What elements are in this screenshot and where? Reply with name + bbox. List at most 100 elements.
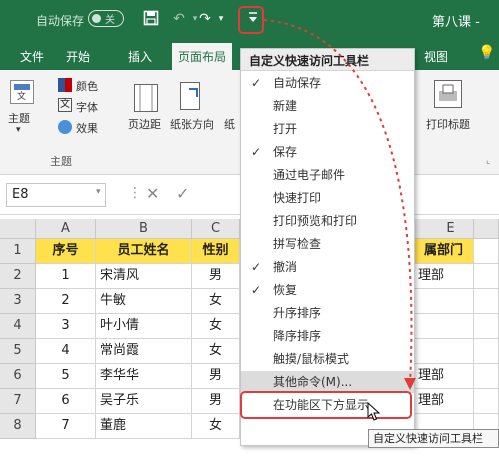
menu-item[interactable]: 其他命令(M)...: [241, 371, 414, 393]
themes-icon[interactable]: 文: [10, 80, 34, 104]
menu-item[interactable]: ✓ 自动保存: [241, 72, 414, 94]
table-cell[interactable]: [414, 289, 474, 314]
menu-item[interactable]: 升序排序: [241, 302, 414, 324]
orientation-icon: [180, 82, 200, 110]
tab-home[interactable]: 开始: [66, 48, 90, 65]
row-header[interactable]: 4: [0, 314, 36, 339]
margins-button-label[interactable]: 页边距: [128, 116, 161, 132]
row-header[interactable]: 3: [0, 289, 36, 314]
table-cell[interactable]: 宋清风: [96, 264, 192, 289]
mouse-cursor-icon: [367, 402, 381, 421]
table-cell[interactable]: 男: [192, 264, 240, 289]
enter-icon[interactable]: ✓: [176, 184, 189, 203]
menu-item[interactable]: ✓ 恢复: [241, 279, 414, 301]
table-cell[interactable]: [474, 314, 499, 339]
column-header-c[interactable]: C: [192, 219, 240, 239]
cancel-icon[interactable]: ✕: [146, 184, 159, 203]
tab-view[interactable]: 视图: [424, 48, 448, 65]
table-cell[interactable]: 女: [192, 289, 240, 314]
table-cell[interactable]: 6: [36, 389, 96, 414]
tab-insert[interactable]: 插入: [128, 48, 152, 65]
table-cell[interactable]: 理部: [414, 389, 474, 414]
menu-item-label: 撤消: [273, 260, 298, 274]
row-header[interactable]: 1: [0, 239, 36, 264]
colors-button-label[interactable]: 颜色: [76, 78, 98, 94]
table-cell[interactable]: 1: [36, 264, 96, 289]
menu-item[interactable]: 通过电子邮件: [241, 164, 414, 186]
table-cell[interactable]: 叶小倩: [96, 314, 192, 339]
table-cell[interactable]: 理部: [414, 364, 474, 389]
table-cell[interactable]: [474, 389, 499, 414]
redo-dropdown-icon[interactable]: ▾: [212, 10, 230, 28]
menu-item[interactable]: 降序排序: [241, 325, 414, 347]
menu-item-label: 降序排序: [273, 329, 322, 343]
menu-item-label: 恢复: [273, 283, 298, 297]
size-button-label[interactable]: 纸: [224, 116, 235, 132]
print-titles-button-label[interactable]: 打印标题: [426, 116, 470, 132]
effects-button-label[interactable]: 效果: [76, 120, 98, 136]
header-cell[interactable]: 属部门: [414, 239, 474, 264]
table-cell[interactable]: [474, 264, 499, 289]
dialog-launcher-icon[interactable]: ⌞: [486, 156, 490, 166]
name-box-dropdown-icon[interactable]: ▾: [96, 187, 101, 197]
menu-item[interactable]: ✓ 保存: [241, 141, 414, 163]
effects-icon: [58, 120, 72, 134]
table-cell[interactable]: 4: [36, 339, 96, 364]
row-header[interactable]: 8: [0, 414, 36, 439]
tab-file[interactable]: 文件: [20, 48, 44, 65]
menu-item-label: 触摸/鼠标模式: [273, 352, 350, 366]
header-cell[interactable]: 员工姓名: [96, 239, 192, 264]
themes-button-label[interactable]: 主题: [8, 110, 30, 126]
table-cell[interactable]: 董鹿: [96, 414, 192, 439]
select-all-corner[interactable]: [0, 219, 36, 239]
column-header-a[interactable]: A: [36, 219, 96, 239]
checkmark-icon: ✓: [251, 283, 262, 297]
table-cell[interactable]: 女: [192, 339, 240, 364]
table-cell[interactable]: [414, 314, 474, 339]
orientation-button-label[interactable]: 纸张方向: [170, 116, 214, 132]
row-header[interactable]: 2: [0, 264, 36, 289]
menu-item[interactable]: 触摸/鼠标模式: [241, 348, 414, 370]
checkmark-icon: ✓: [251, 145, 262, 159]
table-cell[interactable]: [474, 239, 499, 264]
table-cell[interactable]: 女: [192, 414, 240, 439]
row-header[interactable]: 7: [0, 389, 36, 414]
table-cell[interactable]: 7: [36, 414, 96, 439]
table-cell[interactable]: 吴子乐: [96, 389, 192, 414]
menu-item[interactable]: 新建: [241, 95, 414, 117]
themes-dropdown-icon[interactable]: ▾: [16, 125, 21, 135]
table-cell[interactable]: 李华华: [96, 364, 192, 389]
table-cell[interactable]: 牛敏: [96, 289, 192, 314]
column-header-f[interactable]: [474, 219, 499, 239]
menu-item[interactable]: ✓ 撤消: [241, 256, 414, 278]
menu-item[interactable]: 打开: [241, 118, 414, 140]
tab-page-layout[interactable]: 页面布局: [172, 43, 233, 70]
toggle-state: 关: [105, 15, 115, 26]
column-header-e[interactable]: E: [414, 219, 474, 239]
table-cell[interactable]: 5: [36, 364, 96, 389]
table-cell[interactable]: 2: [36, 289, 96, 314]
fonts-button-label[interactable]: 字体: [76, 99, 98, 115]
autosave-toggle[interactable]: 关: [88, 10, 124, 27]
table-cell[interactable]: [474, 339, 499, 364]
table-cell[interactable]: 3: [36, 314, 96, 339]
menu-item[interactable]: 拼写检查: [241, 233, 414, 255]
name-box[interactable]: E8: [6, 183, 106, 207]
row-header[interactable]: 5: [0, 339, 36, 364]
save-icon[interactable]: [142, 10, 160, 28]
table-cell[interactable]: [474, 289, 499, 314]
table-cell[interactable]: 常尚霞: [96, 339, 192, 364]
header-cell[interactable]: 序号: [36, 239, 96, 264]
table-cell[interactable]: 男: [192, 364, 240, 389]
row-header[interactable]: 6: [0, 364, 36, 389]
menu-item[interactable]: 快速打印: [241, 187, 414, 209]
column-header-b[interactable]: B: [96, 219, 192, 239]
tell-me-icon[interactable]: 💡: [478, 45, 495, 61]
menu-item[interactable]: 打印预览和打印: [241, 210, 414, 232]
table-cell[interactable]: 女: [192, 314, 240, 339]
table-cell[interactable]: [474, 364, 499, 389]
header-cell[interactable]: 性别: [192, 239, 240, 264]
table-cell[interactable]: [414, 339, 474, 364]
table-cell[interactable]: 理部: [414, 264, 474, 289]
table-cell[interactable]: 男: [192, 389, 240, 414]
